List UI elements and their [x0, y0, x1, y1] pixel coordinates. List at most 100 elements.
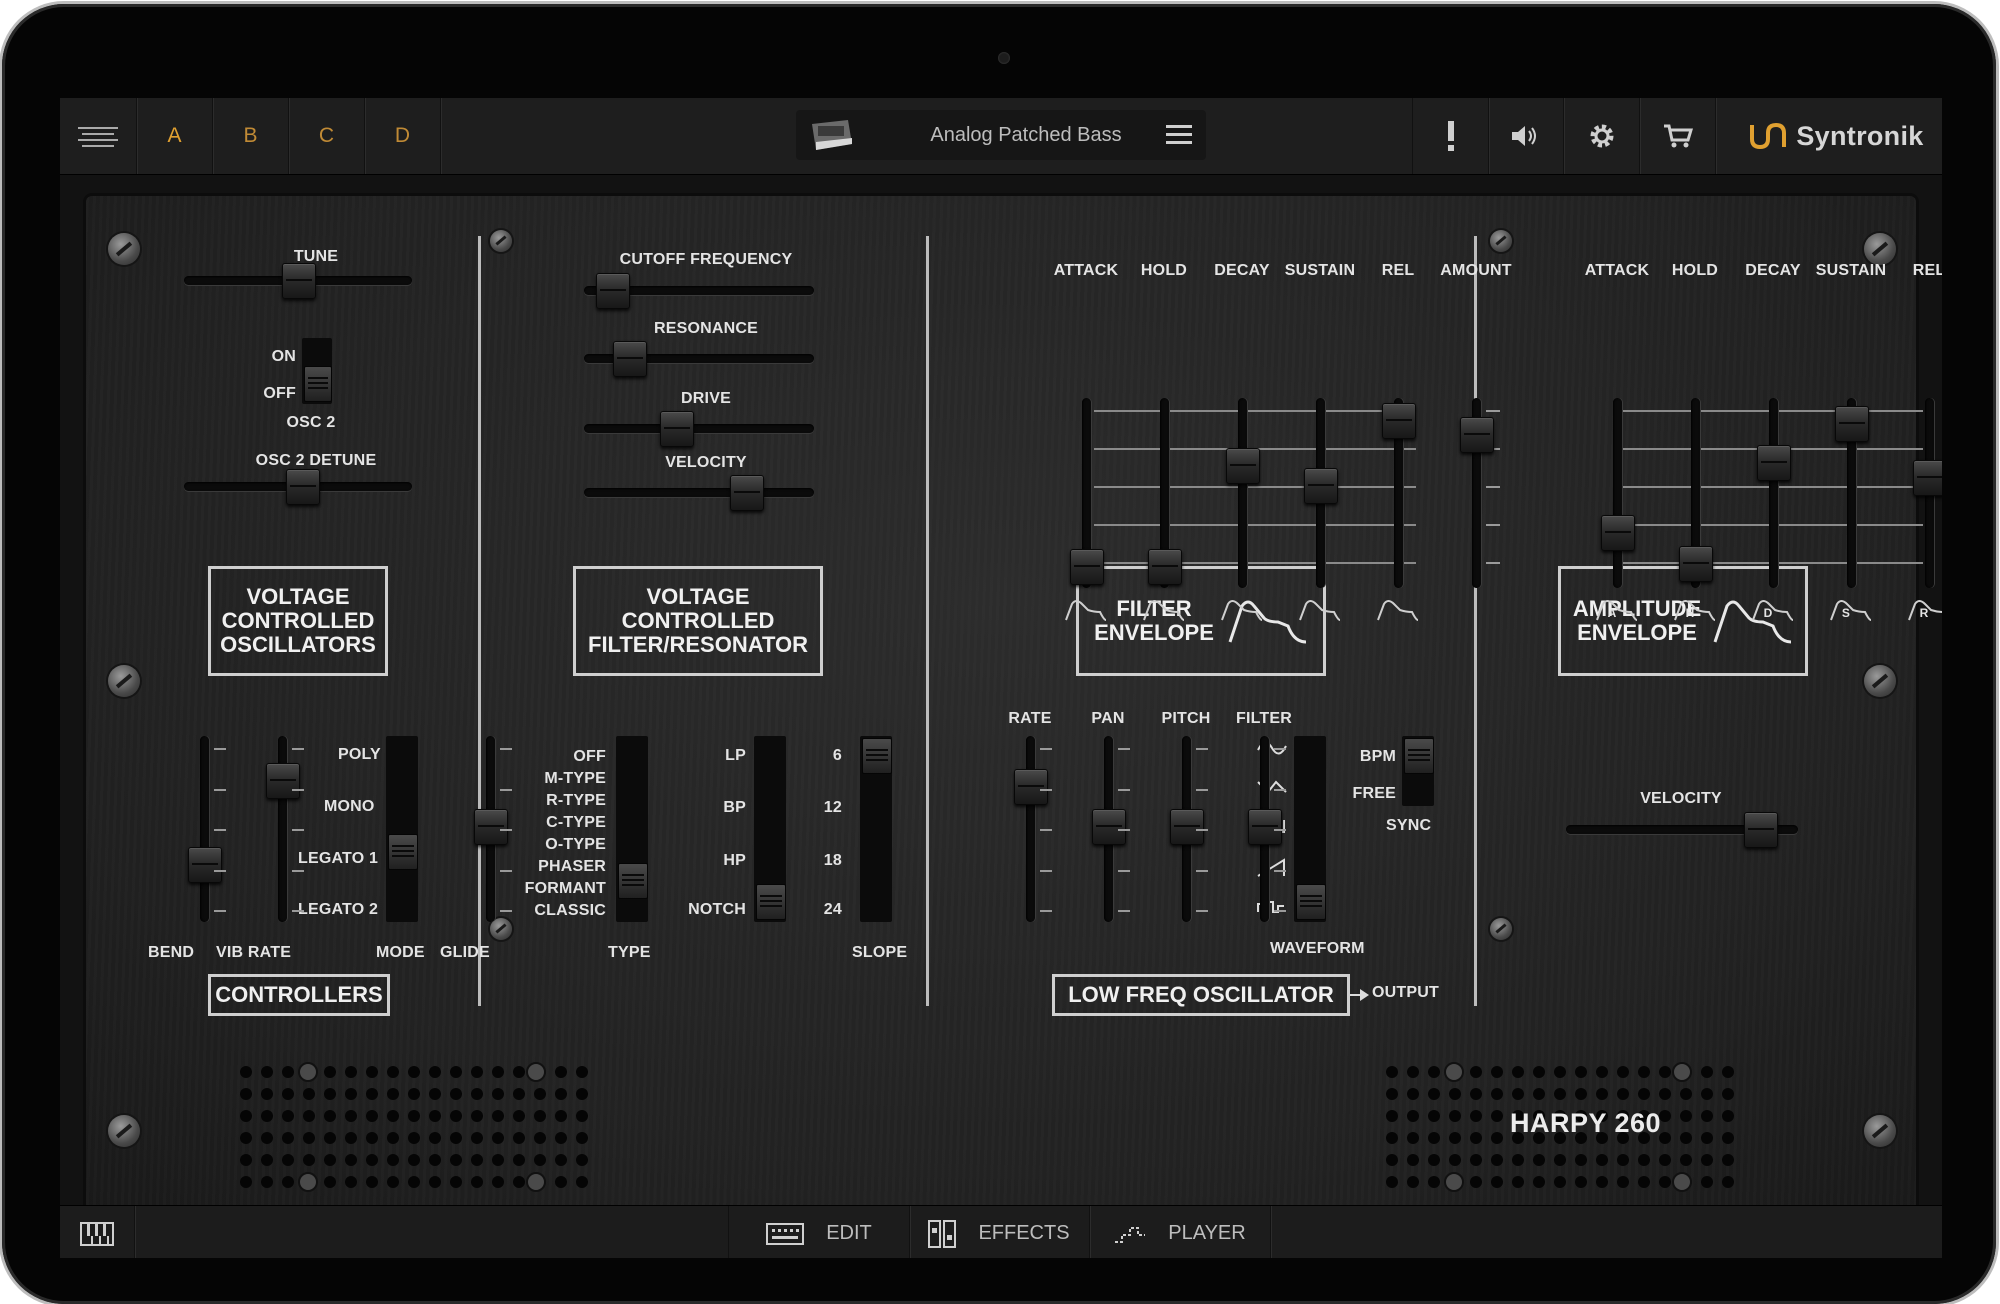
tick-mark [1196, 869, 1208, 872]
player-tab[interactable]: PLAYER [1090, 1206, 1271, 1258]
lfo-title-box: LOW FREQ OSCILLATOR [1052, 974, 1350, 1016]
tick-mark [1196, 910, 1208, 912]
vib-rate-slider-handle[interactable] [266, 763, 300, 800]
osc2-switch-handle[interactable] [304, 366, 332, 402]
envelope-stage-letter: R [1919, 606, 1929, 620]
osc2-on-label: ON [271, 348, 296, 365]
tick-mark [1040, 910, 1052, 912]
tick-mark [1118, 788, 1130, 791]
cutoff-slider-handle[interactable] [595, 273, 630, 309]
cart-icon [1663, 124, 1693, 148]
store-button[interactable] [1640, 98, 1716, 174]
lfo-pan-slider-handle[interactable] [1092, 808, 1126, 845]
filter-env-hold-slider-handle[interactable] [1148, 549, 1182, 586]
amp-env-hold-slider-handle[interactable] [1679, 546, 1713, 583]
vco-title-line: OSCILLATORS [220, 632, 376, 657]
filter-type-selector-handle[interactable] [618, 863, 648, 899]
tick-mark [1040, 748, 1052, 750]
drive-slider-handle[interactable] [659, 411, 694, 447]
main-menu-button[interactable] [60, 98, 137, 174]
grid-line [1094, 562, 1416, 564]
panel-texture [86, 196, 1916, 1210]
effects-tab[interactable]: EFFECTS [909, 1206, 1090, 1258]
filter-env-decay-slider[interactable] [1238, 398, 1247, 588]
slope-selector-handle[interactable] [862, 738, 892, 774]
bend-slider[interactable] [200, 736, 209, 922]
sync-label: SYNC [1386, 817, 1432, 834]
lfo-filter-slider-handle[interactable] [1248, 808, 1282, 845]
filter-env-rel-slider-handle[interactable] [1382, 402, 1416, 439]
drive-slider[interactable] [584, 424, 814, 433]
glide-label: GLIDE [440, 944, 490, 961]
amp-env-decay-slider[interactable] [1769, 398, 1778, 588]
bottom-bar: EDIT EFFECTS PLAYER [60, 1205, 1942, 1258]
filter-mode-notch: NOTCH [688, 901, 746, 918]
synth-thumbnail-icon [812, 120, 852, 150]
amp-env-attack-slider-handle[interactable] [1601, 515, 1635, 551]
amp-velocity-slider-handle[interactable] [1744, 812, 1779, 848]
section-divider [1474, 236, 1477, 1006]
mode-selector-handle[interactable] [388, 834, 418, 870]
preset-selector[interactable]: Analog Patched Bass [796, 110, 1206, 160]
edit-tab[interactable]: EDIT [728, 1206, 910, 1258]
alert-button[interactable] [1412, 98, 1489, 174]
vcf-velocity-slider[interactable] [584, 488, 814, 497]
osc2-label: OSC 2 [286, 414, 336, 431]
filter-env-attack-slider-handle[interactable] [1070, 549, 1104, 586]
tick-mark [292, 788, 304, 791]
tick-mark [1486, 562, 1500, 564]
speaker-grille [240, 1062, 588, 1192]
tick-mark [1486, 524, 1500, 526]
glide-slider-handle[interactable] [474, 808, 508, 845]
lfo-rate-slider-handle[interactable] [1014, 769, 1048, 806]
tick-mark [214, 869, 226, 872]
tick-mark [1196, 788, 1208, 791]
amp-env-rel-slider-handle[interactable] [1913, 460, 1942, 497]
tune-slider-handle[interactable] [282, 263, 316, 299]
amp-env-sustain-slider-handle[interactable] [1835, 405, 1869, 442]
envelope-stage-icon [1299, 600, 1341, 621]
syntronik-logo-icon [1750, 122, 1787, 150]
filter-env-amount-slider-handle[interactable] [1460, 416, 1494, 453]
tick-mark [500, 788, 512, 791]
bend-slider-handle[interactable] [188, 846, 222, 883]
screw [1864, 1115, 1896, 1147]
lfo-pitch-slider-handle[interactable] [1170, 808, 1204, 845]
bend-label: BEND [148, 944, 195, 961]
vco-title-line: CONTROLLED [221, 608, 375, 633]
tick-mark [1196, 748, 1208, 750]
volume-button[interactable] [1488, 98, 1564, 174]
sync-bpm-label: BPM [1359, 748, 1396, 765]
resonance-slider-handle[interactable] [613, 341, 648, 377]
filter-type-label: TYPE [608, 944, 651, 961]
part-tab-c[interactable]: C [289, 98, 365, 174]
vcf-velocity-slider-handle[interactable] [729, 475, 764, 511]
filter-type-option: M-TYPE [544, 770, 606, 787]
screw [490, 918, 512, 940]
waveform-selector-handle[interactable] [1296, 884, 1326, 920]
part-tab-a[interactable]: A [137, 98, 213, 174]
osc2-detune-label: OSC 2 DETUNE [255, 452, 377, 469]
filter-mode-selector-handle[interactable] [756, 884, 786, 920]
amp-env-decay-slider-handle[interactable] [1757, 444, 1791, 481]
model-name: HARPY 260 [1510, 1108, 1662, 1138]
output-label: OUTPUT [1372, 984, 1439, 1001]
keyboard-button[interactable] [60, 1206, 135, 1258]
part-tab-d[interactable]: D [365, 98, 441, 174]
osc2-detune-slider-handle[interactable] [285, 469, 320, 505]
sync-switch-handle[interactable] [1404, 738, 1434, 774]
filter-env-decay-slider-handle[interactable] [1226, 447, 1260, 484]
amp-env-attack-slider[interactable] [1613, 398, 1622, 588]
filter-env-sustain-slider-handle[interactable] [1304, 468, 1338, 505]
lfo-rate-slider[interactable] [1026, 736, 1035, 922]
screw [108, 233, 140, 265]
amp-env-rel-label: REL [1912, 262, 1942, 279]
mode-selector[interactable] [386, 736, 418, 922]
preset-name: Analog Patched Bass [930, 124, 1122, 146]
part-tab-b[interactable]: B [213, 98, 289, 174]
preset-list-icon[interactable] [1166, 124, 1192, 146]
tick-mark [292, 869, 304, 872]
envelope-stage-icon [1065, 600, 1107, 621]
tick-mark [1274, 910, 1286, 912]
settings-button[interactable] [1564, 98, 1640, 174]
